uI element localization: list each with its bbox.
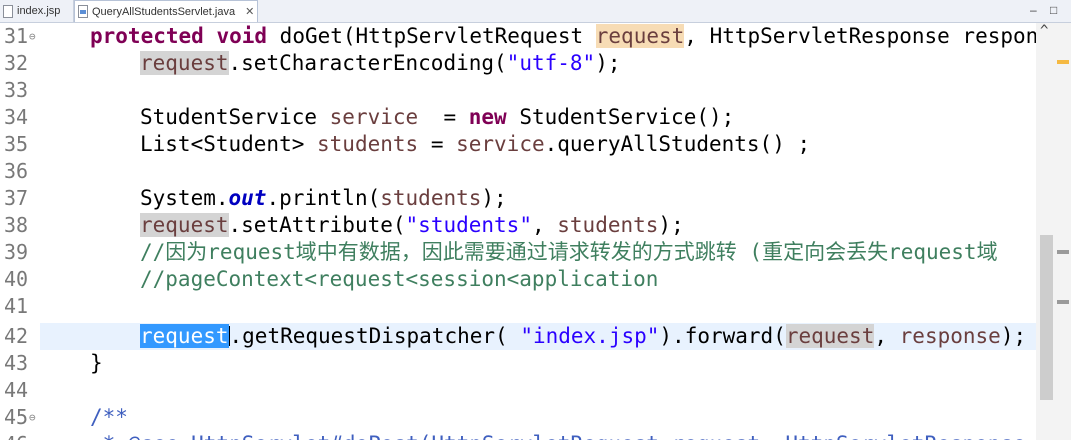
code-comment: * @see HttpServlet#doPost(HttpServletReq… [90,431,1026,440]
code-line-current: 42 request.getRequestDispatcher( "index.… [0,323,1036,350]
code-text: System.out.println(students); [140,186,507,210]
code-text: request.setCharacterEncoding("utf-8"); [140,51,621,75]
minimize-button[interactable]: – [1030,3,1037,17]
code-line: 43 } [0,350,1036,377]
line-number: 42 [4,324,29,348]
line-number: 45 [4,405,29,429]
code-line: 38 request.setAttribute("students", stud… [0,212,1036,239]
line-number: 43 [4,351,29,375]
chevron-up-icon[interactable]: ^ [1040,23,1048,39]
code-line: 44 [0,377,1036,404]
code-comment: //pageContext<request<session<applicatio… [140,267,659,291]
line-number: 39 [4,240,29,264]
code-line: 37 System.out.println(students); [0,185,1036,212]
close-icon[interactable]: ✕ [245,5,254,18]
java-file-icon [78,5,88,18]
line-number: 36 [4,159,29,183]
code-line: 41 [0,293,1036,320]
line-number: 35 [4,132,29,156]
code-text: request.getRequestDispatcher( "index.jsp… [140,324,1027,348]
occurrence-marker[interactable] [1057,60,1069,64]
code-line: 40 //pageContext<request<session<applica… [0,266,1036,293]
selected-text: request [140,324,229,348]
code-comment: /** [90,405,128,429]
maximize-button[interactable]: □ [1050,3,1057,17]
code-text: protected void doGet(HttpServletRequest … [90,24,1071,48]
line-number: 38 [4,213,29,237]
code-line: 32 request.setCharacterEncoding("utf-8")… [0,50,1036,77]
line-number: 32 [4,51,29,75]
line-number: 34 [4,105,29,129]
code-line: 33 [0,77,1036,104]
line-number: 31 [4,24,29,48]
code-line: 45 ⊖ /** [0,404,1036,431]
code-text: request.setAttribute("students", student… [140,213,684,237]
code-line: 36 [0,158,1036,185]
tab-index-jsp[interactable]: index.jsp [0,0,74,22]
fold-icon[interactable]: ⊖ [29,404,36,431]
code-line: 35 List<Student> students = service.quer… [0,131,1036,158]
code-line: 34 StudentService service = new StudentS… [0,104,1036,131]
code-text: } [90,351,103,375]
code-text: StudentService service = new StudentServ… [140,105,735,129]
fold-icon[interactable]: ⊖ [29,23,36,50]
code-text: List<Student> students = service.queryAl… [140,132,811,156]
editor-tab-bar: index.jsp QueryAllStudentsServlet.java ✕… [0,0,1071,23]
code-line: 31 ⊖ protected void doGet(HttpServletReq… [0,23,1071,50]
occurrence-marker[interactable] [1057,250,1069,254]
tab-label: QueryAllStudentsServlet.java [92,5,236,18]
line-number: 33 [4,78,29,102]
line-number: 46 [4,431,28,440]
code-editor[interactable]: 31 ⊖ protected void doGet(HttpServletReq… [0,23,1071,440]
code-line: 46 * @see HttpServlet#doPost(HttpServlet… [0,431,1036,440]
occurrence-marker[interactable] [1057,300,1069,304]
tab-query-all-students-servlet[interactable]: QueryAllStudentsServlet.java ✕ [74,0,258,22]
line-number: 41 [4,294,29,318]
scrollbar-thumb[interactable] [1040,235,1053,400]
code-comment: //因为request域中有数据，因此需要通过请求转发的方式跳转 (重定向会丢失… [140,240,998,264]
code-line: 39 //因为request域中有数据，因此需要通过请求转发的方式跳转 (重定向… [0,239,1036,266]
jsp-file-icon [3,4,13,18]
line-number: 40 [4,267,29,291]
line-number: 37 [4,186,29,210]
tab-label: index.jsp [17,5,61,17]
line-number: 44 [4,378,29,402]
